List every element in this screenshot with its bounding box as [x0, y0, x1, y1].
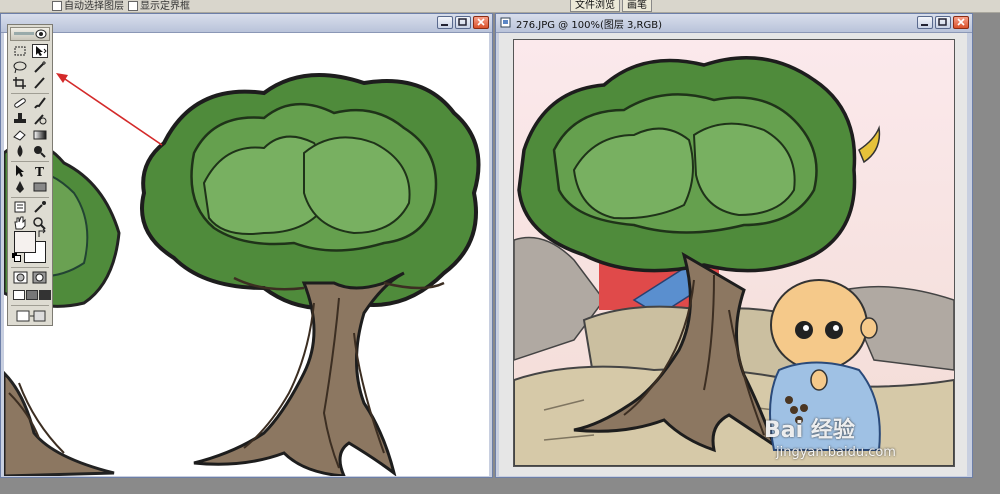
left-document-window[interactable] — [0, 13, 493, 478]
drop-icon — [17, 145, 23, 157]
rectangle-icon — [33, 182, 47, 192]
close-button[interactable] — [473, 16, 489, 29]
maximize-button[interactable] — [455, 16, 471, 29]
toolbox-header[interactable] — [10, 27, 50, 41]
show-bounds-option[interactable]: 显示定界框 — [128, 0, 190, 12]
healing-brush-tool[interactable] — [12, 96, 28, 110]
zoom-tool[interactable] — [32, 216, 48, 230]
watermark-url: jingyan.baidu.com — [776, 445, 896, 460]
minimize-button[interactable] — [437, 16, 453, 29]
quick-mask-button[interactable] — [32, 271, 48, 285]
options-bar: 自动选择图层 显示定界框 文件浏览 画笔 — [0, 0, 1000, 13]
panel-well: 文件浏览 画笔 — [570, 0, 652, 12]
clone-stamp-tool[interactable] — [12, 112, 28, 126]
standard-mode-button[interactable] — [13, 271, 29, 285]
pen-icon — [16, 181, 24, 193]
brush-icon — [34, 97, 46, 109]
type-tool[interactable]: T — [32, 164, 48, 179]
watermark: Bai 经验 — [764, 412, 855, 444]
left-window-titlebar[interactable] — [1, 14, 492, 33]
stamp-icon — [14, 113, 26, 123]
crop-icon — [13, 77, 26, 89]
tab-brushes[interactable]: 画笔 — [622, 0, 652, 12]
notes-tool[interactable] — [12, 200, 28, 214]
brush-tool[interactable] — [32, 96, 48, 110]
tab-file-browser[interactable]: 文件浏览 — [570, 0, 620, 12]
main-tree — [140, 73, 481, 476]
swap-colors-icon[interactable] — [38, 229, 48, 239]
eyedropper-icon — [34, 201, 46, 213]
move-icon — [36, 46, 47, 56]
minimize-icon — [921, 24, 928, 26]
standard-screen-mode[interactable] — [13, 290, 25, 300]
lasso-tool[interactable] — [12, 60, 28, 74]
marquee-tool[interactable] — [12, 44, 28, 58]
jump-to-imageready-icon[interactable] — [16, 309, 46, 323]
right-window-titlebar[interactable]: 276.JPG @ 100%(图层 3,RGB) — [496, 14, 972, 33]
maximize-icon — [458, 18, 467, 26]
foreground-color-swatch[interactable] — [14, 231, 36, 253]
quick-mask-icon — [32, 271, 47, 284]
magnifier-icon — [33, 217, 46, 230]
close-button[interactable] — [953, 16, 969, 29]
arrow-icon — [16, 165, 24, 177]
dodge-icon — [34, 146, 46, 158]
left-canvas[interactable] — [4, 33, 489, 476]
history-brush-icon — [34, 114, 47, 125]
right-window-title: 276.JPG @ 100%(图层 3,RGB) — [516, 20, 663, 31]
minimize-icon — [441, 24, 448, 26]
shape-tool[interactable] — [32, 180, 48, 194]
eyedropper-tool[interactable] — [32, 200, 48, 214]
eye-icon — [14, 29, 47, 39]
watermark-brand: Bai 经验 — [764, 418, 855, 443]
dodge-tool[interactable] — [32, 144, 48, 158]
crop-tool[interactable] — [12, 76, 28, 90]
scene-artwork — [514, 40, 954, 466]
type-icon: T — [35, 165, 44, 179]
path-selection-tool[interactable] — [12, 164, 28, 178]
show-bounds-label: 显示定界框 — [140, 1, 190, 12]
standard-mode-icon — [13, 271, 28, 284]
note-icon — [14, 201, 26, 213]
gradient-icon — [33, 130, 47, 140]
marquee-icon — [14, 46, 26, 56]
toolbox-palette[interactable]: T — [7, 24, 53, 326]
pen-tool[interactable] — [12, 180, 28, 194]
default-colors-icon[interactable] — [12, 253, 21, 262]
svg-text:T: T — [35, 165, 44, 178]
bandage-icon — [14, 98, 26, 108]
hand-icon — [14, 216, 26, 230]
right-document-window[interactable]: 276.JPG @ 100%(图层 3,RGB) Bai 经验 jingyan.… — [495, 13, 973, 478]
document-icon — [500, 17, 511, 28]
auto-select-label: 自动选择图层 — [64, 1, 124, 12]
hand-tool[interactable] — [12, 216, 28, 230]
full-screen-menu-mode[interactable] — [26, 290, 38, 300]
blur-tool[interactable] — [12, 144, 28, 158]
magic-wand-icon — [34, 61, 46, 73]
eraser-icon — [13, 130, 26, 141]
lasso-icon — [13, 61, 27, 74]
right-canvas[interactable]: Bai 经验 jingyan.baidu.com — [513, 39, 955, 467]
slice-tool[interactable] — [32, 76, 48, 90]
auto-select-option[interactable]: 自动选择图层 — [52, 0, 124, 12]
right-canvas-frame: Bai 经验 jingyan.baidu.com — [499, 33, 967, 476]
tree-artwork-left — [4, 73, 481, 476]
close-icon — [957, 18, 965, 26]
close-icon — [477, 18, 485, 26]
move-tool[interactable] — [32, 44, 48, 58]
magic-wand-tool[interactable] — [32, 60, 48, 74]
maximize-button[interactable] — [935, 16, 951, 29]
gradient-tool[interactable] — [32, 128, 48, 142]
annotation-arrow — [56, 73, 163, 146]
full-screen-mode[interactable] — [39, 290, 51, 300]
history-brush-tool[interactable] — [32, 112, 48, 126]
slice-icon — [34, 77, 45, 89]
maximize-icon — [938, 18, 947, 26]
eraser-tool[interactable] — [12, 128, 28, 142]
minimize-button[interactable] — [917, 16, 933, 29]
